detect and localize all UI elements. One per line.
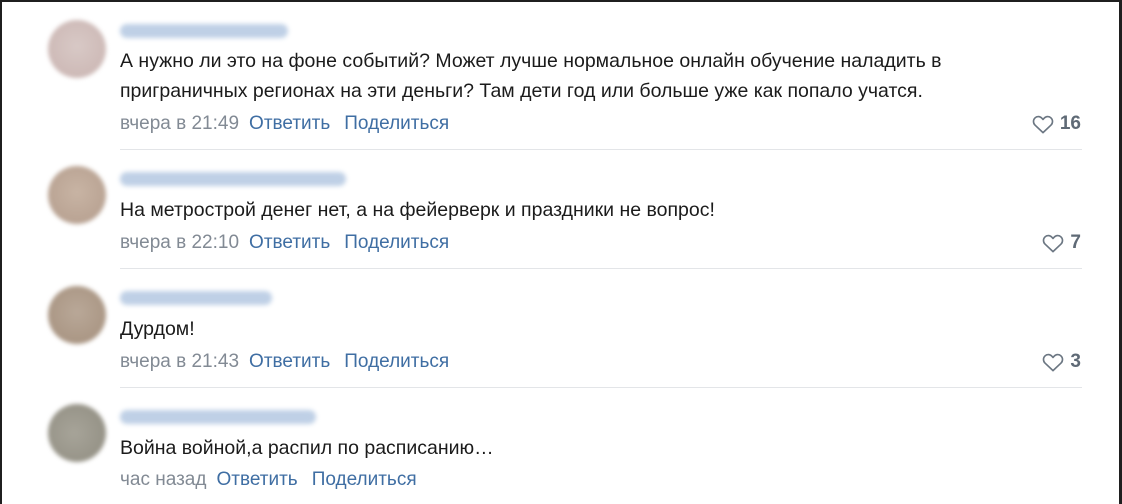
reply-button[interactable]: Ответить [249,351,330,372]
like-button[interactable]: 7 [1042,231,1081,255]
comment-time[interactable]: вчера в 22:10 [120,232,239,253]
separator [120,268,1082,269]
separator [120,149,1082,150]
comment-time[interactable]: час назад [120,469,206,490]
avatar[interactable] [48,20,106,78]
like-button[interactable]: 16 [1032,112,1081,136]
comment-meta: час назад Ответить Поделиться [120,468,431,492]
avatar[interactable] [48,166,106,224]
like-count: 3 [1070,351,1081,372]
like-count: 16 [1059,113,1081,134]
reply-button[interactable]: Ответить [249,232,330,253]
share-button[interactable]: Поделиться [344,113,449,134]
comment-time[interactable]: вчера в 21:49 [120,113,239,134]
comment-meta: вчера в 21:43 Ответить Поделиться [120,350,463,374]
author-name[interactable] [120,410,316,424]
like-button[interactable]: 3 [1042,350,1081,374]
comment-text: Дурдом! [120,318,195,340]
comments-panel: А нужно ли это на фоне событий? Может лу… [2,2,1119,504]
comment-text: А нужно ли это на фоне событий? Может лу… [120,50,942,102]
author-name[interactable] [120,24,288,38]
avatar[interactable] [48,404,106,462]
heart-icon [1043,353,1064,372]
comment-text: На метрострой денег нет, а на фейерверк … [120,199,715,221]
share-button[interactable]: Поделиться [312,469,417,490]
share-button[interactable]: Поделиться [344,351,449,372]
like-count: 7 [1070,232,1081,253]
comment-meta: вчера в 21:49 Ответить Поделиться [120,112,463,136]
comment-time[interactable]: вчера в 21:43 [120,351,239,372]
comment-text: Война войной,а распил по расписанию… [120,437,494,459]
avatar[interactable] [48,286,106,344]
heart-icon [1032,115,1054,134]
author-name[interactable] [120,291,272,305]
separator [120,387,1082,388]
comment-meta: вчера в 22:10 Ответить Поделиться [120,231,463,255]
share-button[interactable]: Поделиться [344,232,449,253]
reply-button[interactable]: Ответить [249,113,330,134]
heart-icon [1043,234,1064,253]
reply-button[interactable]: Ответить [216,469,297,490]
author-name[interactable] [120,172,346,186]
